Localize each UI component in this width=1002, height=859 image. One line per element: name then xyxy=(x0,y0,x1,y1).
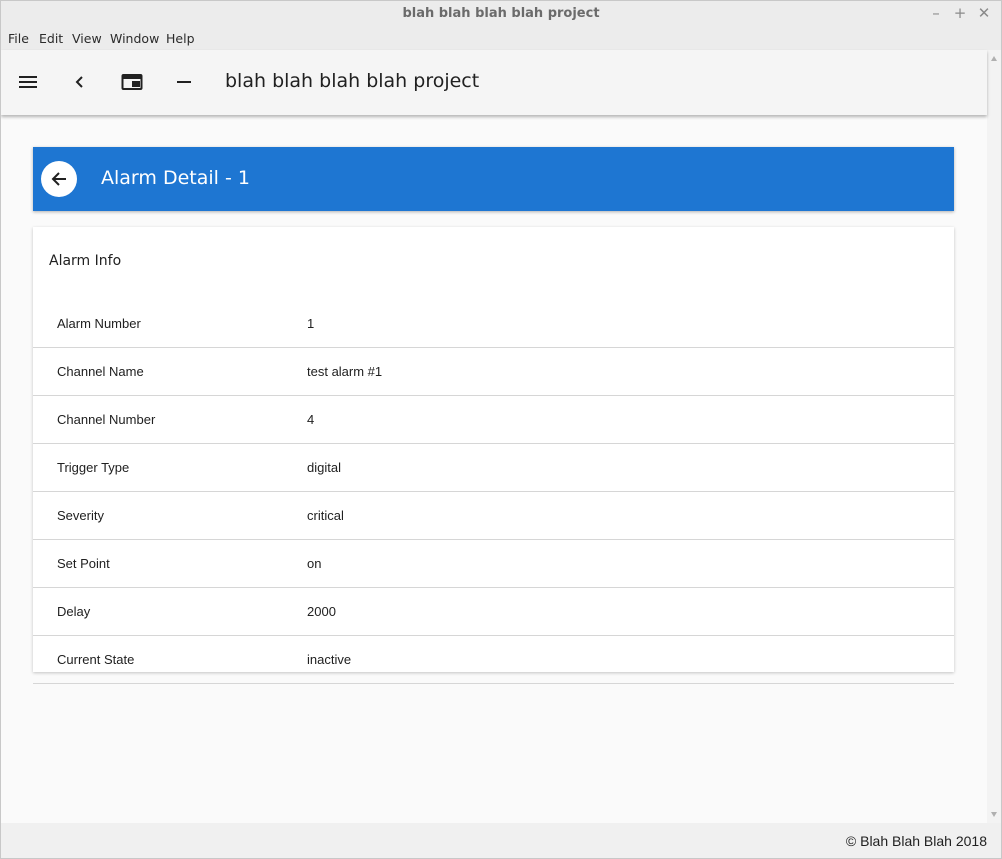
app-window: blah blah blah blah project – + ✕ File E… xyxy=(0,0,1002,859)
detail-title: Alarm Detail - 1 xyxy=(101,167,250,189)
row-label: Channel Name xyxy=(57,364,144,379)
row-value: critical xyxy=(307,508,344,523)
scroll-up-icon[interactable] xyxy=(991,56,997,61)
table-row: Severity critical xyxy=(33,492,954,540)
detail-header: Alarm Detail - 1 xyxy=(33,147,954,211)
window-icon[interactable] xyxy=(120,70,144,94)
maximize-button[interactable]: + xyxy=(953,5,967,21)
title-bar[interactable]: blah blah blah blah project – + ✕ xyxy=(1,1,1001,29)
row-label: Set Point xyxy=(57,556,110,571)
row-label: Trigger Type xyxy=(57,460,130,475)
table-row: Set Point on xyxy=(33,540,954,588)
menu-file[interactable]: File xyxy=(8,31,29,46)
minimize-button[interactable]: – xyxy=(929,5,943,21)
row-value: inactive xyxy=(307,652,352,667)
card-title: Alarm Info xyxy=(49,253,122,269)
page-title: blah blah blah blah project xyxy=(225,70,480,92)
table-row: Trigger Type digital xyxy=(33,444,954,492)
row-value: 4 xyxy=(307,412,315,427)
alarm-info-card: Alarm Info Alarm Number 1 Channel Name t… xyxy=(33,227,954,684)
minus-icon[interactable] xyxy=(172,70,196,94)
row-value: 2000 xyxy=(307,604,336,619)
menu-view[interactable]: View xyxy=(72,31,102,46)
vertical-scrollbar[interactable] xyxy=(987,50,1001,823)
menu-bar: File Edit View Window Help xyxy=(1,28,1001,50)
table-row: Channel Name test alarm #1 xyxy=(33,348,954,396)
window-title: blah blah blah blah project xyxy=(402,6,600,21)
row-label: Severity xyxy=(57,508,104,523)
menu-help[interactable]: Help xyxy=(166,31,195,46)
menu-icon[interactable] xyxy=(16,70,40,94)
main-content: Alarm Detail - 1 Alarm Info Alarm Number… xyxy=(1,115,987,823)
table-row: Delay 2000 xyxy=(33,588,954,636)
row-value: on xyxy=(307,556,322,571)
app-toolbar: blah blah blah blah project xyxy=(1,50,987,115)
row-value: digital xyxy=(307,460,341,475)
row-label: Channel Number xyxy=(57,412,156,427)
close-button[interactable]: ✕ xyxy=(977,5,991,21)
back-button[interactable] xyxy=(41,161,77,197)
row-label: Alarm Number xyxy=(57,316,141,331)
row-label: Current State xyxy=(57,652,135,667)
scroll-down-icon[interactable] xyxy=(991,812,997,817)
table-row: Current State inactive xyxy=(33,636,954,684)
table-row: Alarm Number 1 xyxy=(33,300,954,348)
row-value: 1 xyxy=(307,316,315,331)
table-row: Channel Number 4 xyxy=(33,396,954,444)
row-label: Delay xyxy=(57,604,91,619)
menu-window[interactable]: Window xyxy=(110,31,159,46)
chevron-left-icon[interactable] xyxy=(68,70,92,94)
footer: © Blah Blah Blah 2018 xyxy=(1,823,1001,858)
copyright-text: © Blah Blah Blah 2018 xyxy=(845,833,987,849)
alarm-info-table: Alarm Number 1 Channel Name test alarm #… xyxy=(33,300,954,684)
arrow-left-icon xyxy=(51,172,66,186)
row-value: test alarm #1 xyxy=(307,364,383,379)
menu-edit[interactable]: Edit xyxy=(39,31,63,46)
